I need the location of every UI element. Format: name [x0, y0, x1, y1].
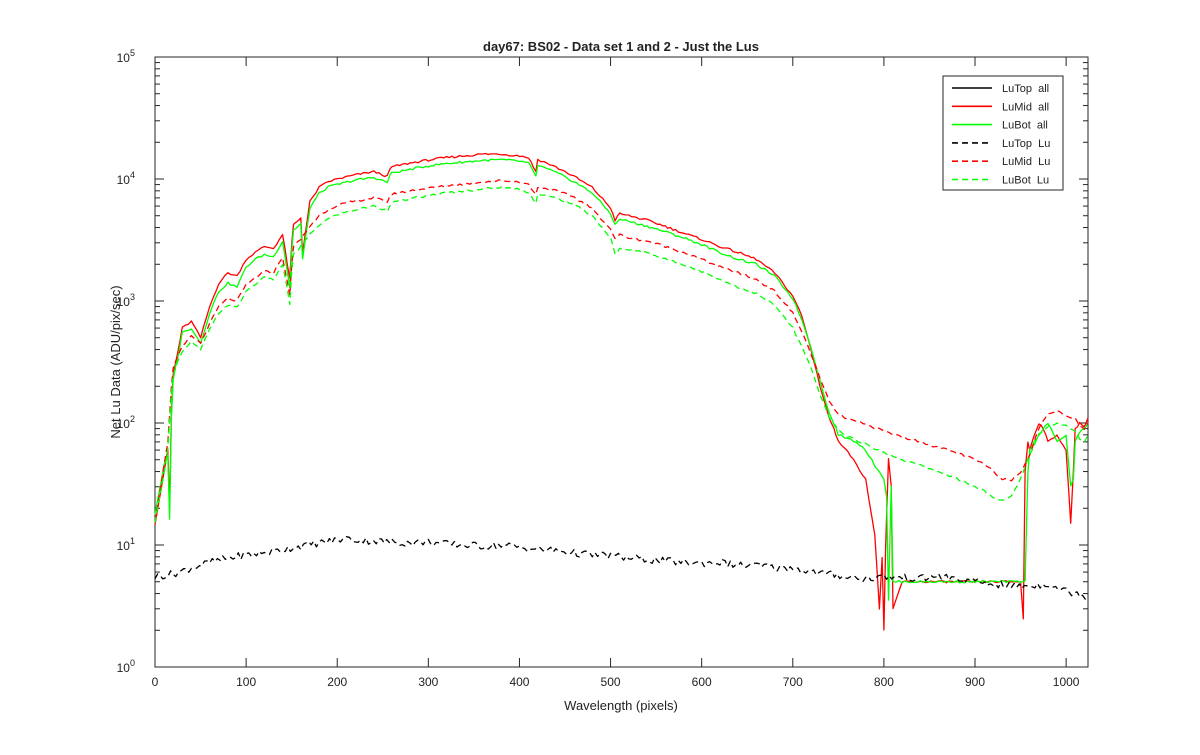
x-tick-label: 700	[783, 675, 803, 689]
legend-label-1: LuMid all	[1002, 101, 1049, 113]
x-tick-label: 400	[509, 675, 529, 689]
x-tick-label: 300	[418, 675, 438, 689]
x-tick-label: 200	[327, 675, 347, 689]
x-tick-label: 0	[152, 675, 159, 689]
x-tick-label: 800	[874, 675, 894, 689]
y-tick-exponent: 4	[130, 170, 135, 180]
y-tick-exponent: 2	[130, 414, 135, 424]
legend-label-5: LuBot Lu	[1002, 175, 1049, 187]
x-tick-label: 1000	[1053, 675, 1080, 689]
y-tick-exponent: 5	[130, 48, 135, 58]
x-tick-label: 100	[236, 675, 256, 689]
legend-label-3: LuTop Lu	[1002, 138, 1050, 150]
x-tick-label: 500	[601, 675, 621, 689]
chart-title: day67: BS02 - Data set 1 and 2 - Just th…	[483, 39, 759, 54]
y-tick-base: 10	[117, 173, 131, 187]
y-tick-exponent: 3	[130, 292, 135, 302]
x-axis-label: Wavelength (pixels)	[564, 698, 678, 713]
y-tick-exponent: 0	[130, 658, 135, 668]
x-tick-label: 900	[965, 675, 985, 689]
y-tick-exponent: 1	[130, 536, 135, 546]
y-axis-label: Net Lu Data (ADU/pix/sec)	[108, 285, 123, 438]
y-tick-base: 10	[117, 51, 131, 65]
y-tick-base: 10	[117, 661, 131, 675]
x-tick-label: 600	[692, 675, 712, 689]
legend-label-0: LuTop all	[1002, 83, 1049, 95]
legend-label-4: LuMid Lu	[1002, 156, 1050, 168]
y-tick-base: 10	[117, 539, 131, 553]
chart-svg: day67: BS02 - Data set 1 and 2 - Just th…	[0, 0, 1200, 750]
legend: LuTop all LuMid all LuBot all LuTop Lu LuMid…	[942, 75, 1064, 191]
legend-label-2: LuBot all	[1002, 120, 1048, 132]
figure: day67: BS02 - Data set 1 and 2 - Just th…	[0, 0, 1200, 750]
